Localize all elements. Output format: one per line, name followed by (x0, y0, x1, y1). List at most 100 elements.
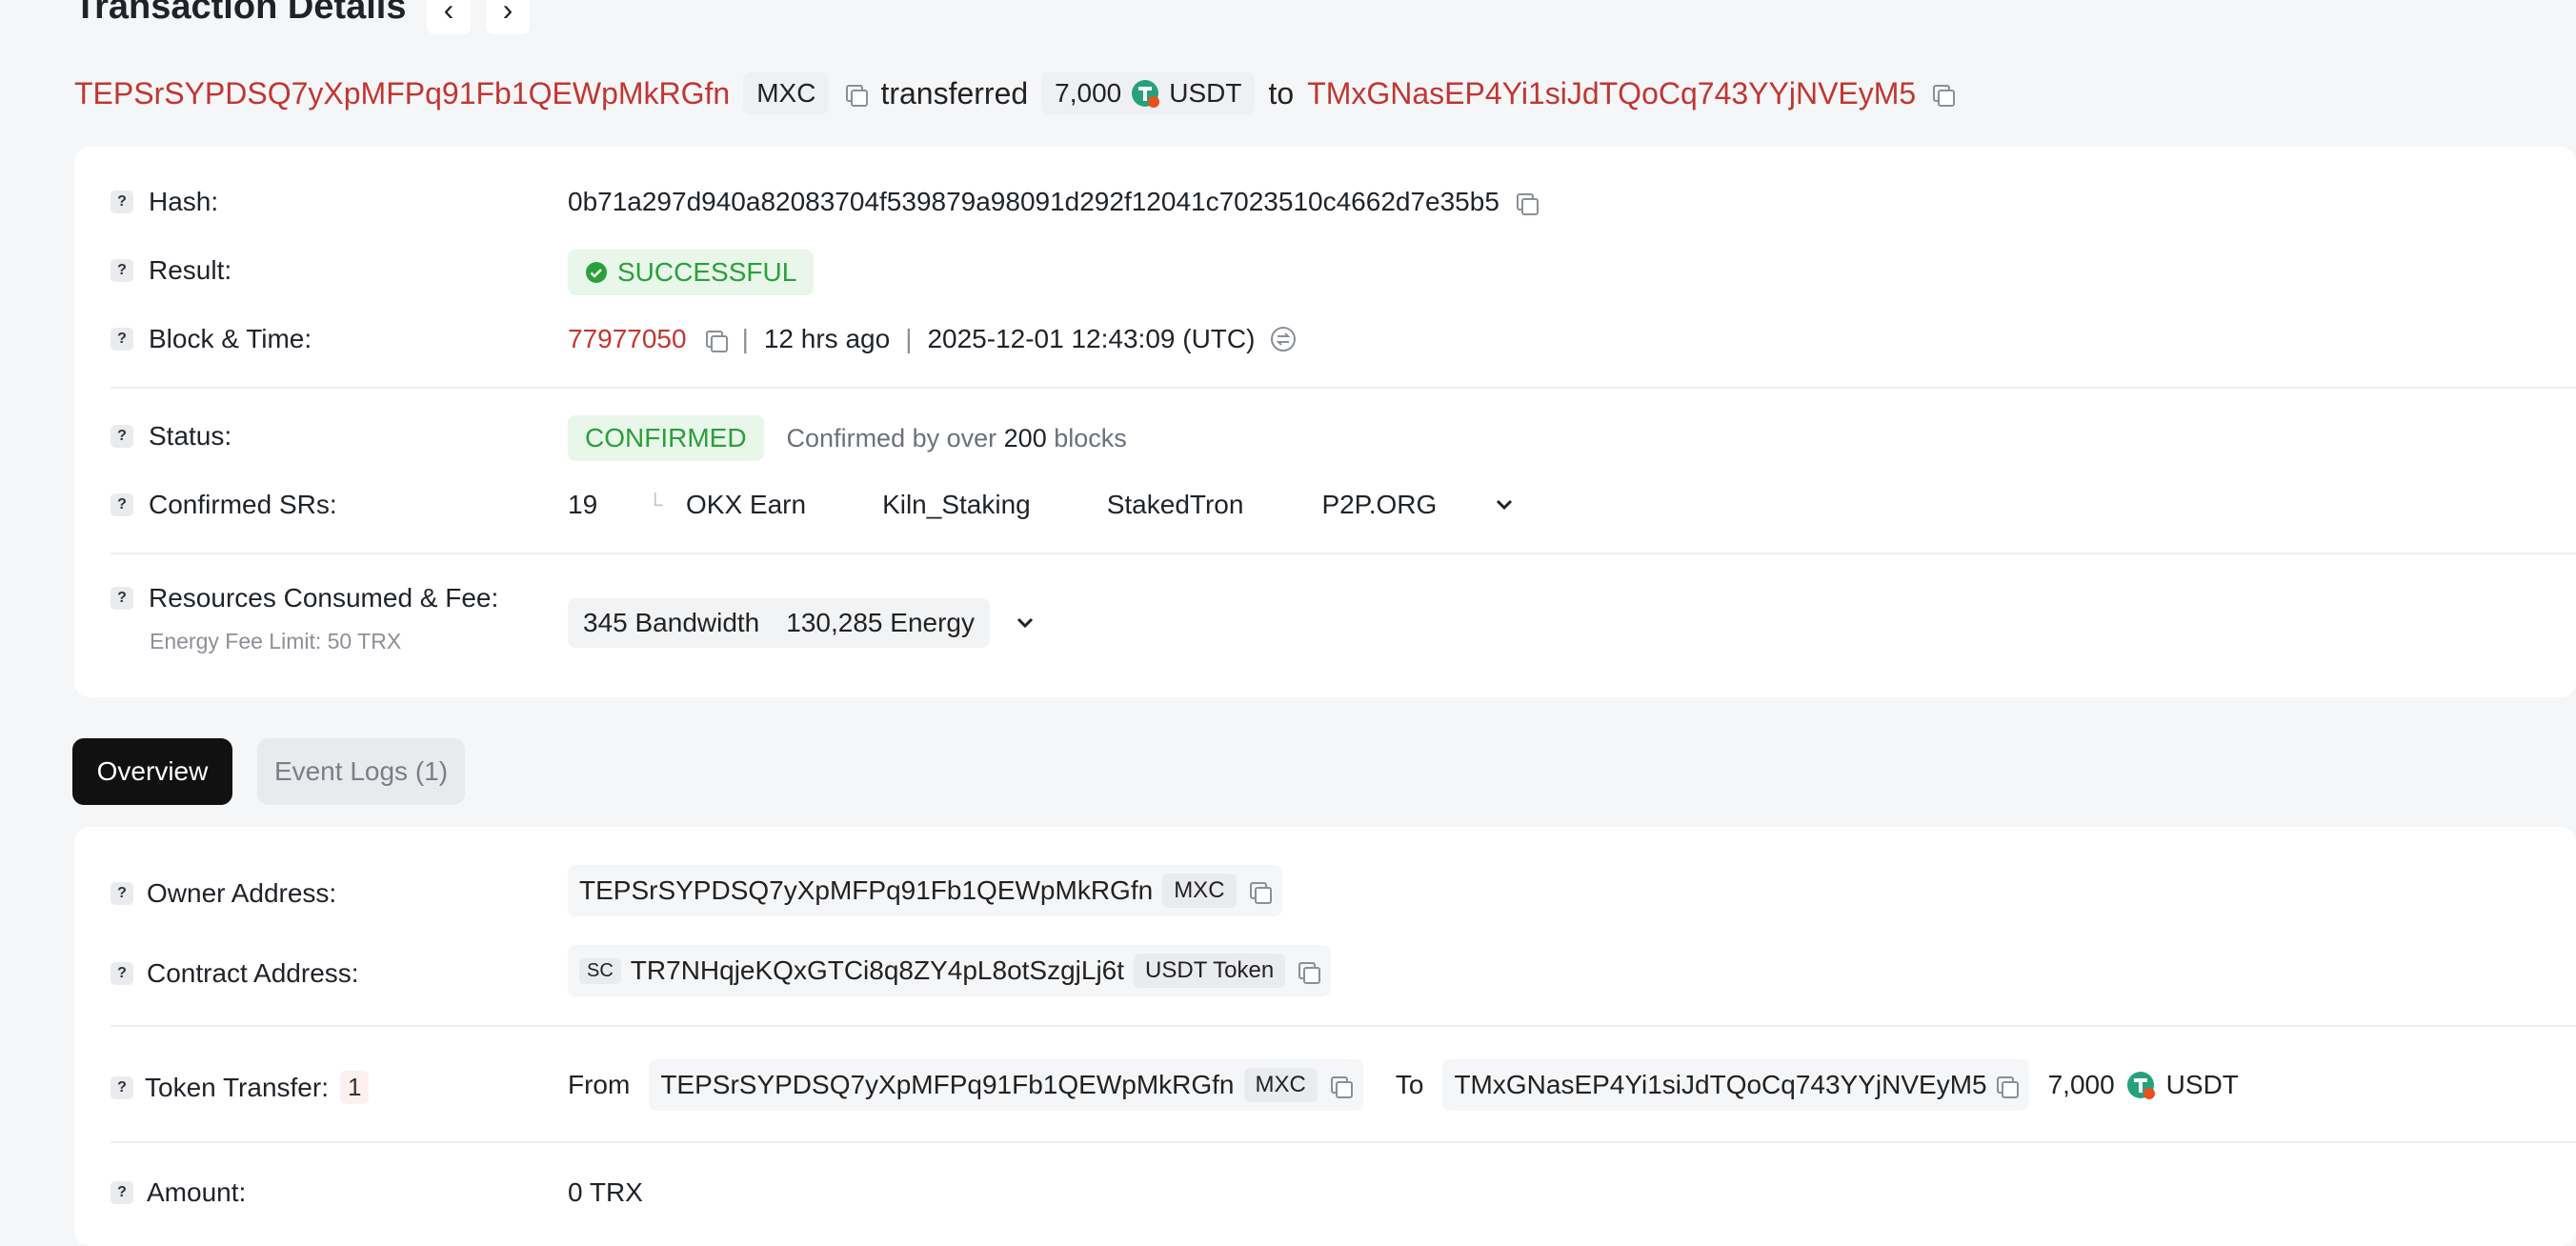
status-badge: CONFIRMED (568, 415, 764, 461)
page-title: Transaction Details (74, 0, 407, 27)
contract-tag: USDT Token (1134, 954, 1286, 988)
contract-address-label: Contract Address: (147, 958, 359, 988)
overview-card (74, 827, 2576, 1246)
energy-label: Energy (890, 608, 975, 637)
separator: | (905, 324, 913, 353)
token-transfer-label: Token Transfer: (145, 1072, 329, 1102)
block-time-label: Block & Time: (149, 324, 312, 353)
result-value: SUCCESSFUL (617, 257, 797, 287)
energy-fee-limit: Energy Fee Limit: 50 TRX (150, 629, 402, 653)
from-tag: MXC (1243, 1068, 1318, 1102)
confirmation-prefix: Confirmed by over (786, 423, 997, 452)
question-icon[interactable]: ? (111, 587, 133, 610)
time-convert-icon[interactable] (1270, 326, 1297, 352)
copy-icon[interactable] (1246, 878, 1272, 904)
from-label: From (568, 1070, 631, 1099)
amount-label-row: ? Amount: (111, 1177, 246, 1208)
prev-transaction-button[interactable]: ‹ (427, 0, 471, 34)
status-value-row: CONFIRMED Confirmed by over 200 blocks (568, 415, 1127, 461)
hash-label-row: ? Hash: (111, 187, 218, 217)
token-transfer-label-row: ? Token Transfer: 1 (111, 1071, 370, 1104)
usdt-token-icon (2126, 1072, 2155, 1099)
tab-event-logs[interactable]: Event Logs (1) (257, 738, 465, 805)
confirmation-suffix: blocks (1054, 423, 1127, 452)
owner-address[interactable]: TEPSrSYPDSQ7yXpMFPq91Fb1QEWpMkRGfn (579, 875, 1153, 906)
resources-label: Resources Consumed & Fee: (149, 583, 499, 613)
confirmed-srs-label: Confirmed SRs: (149, 490, 337, 519)
sr-name[interactable]: OKX Earn (686, 490, 806, 520)
sr-name[interactable]: P2P.ORG (1321, 490, 1437, 520)
energy-group: 130,285 Energy (786, 608, 975, 638)
copy-icon[interactable] (1929, 81, 1956, 107)
from-address[interactable]: TEPSrSYPDSQ7yXpMFPq91Fb1QEWpMkRGfn (660, 1070, 1234, 1100)
copy-icon[interactable] (702, 327, 728, 352)
copy-icon[interactable] (1327, 1073, 1353, 1098)
block-datetime: 2025-12-01 12:43:09 (UTC) (927, 324, 1256, 353)
question-icon[interactable]: ? (111, 191, 133, 213)
owner-address-label: Owner Address: (147, 878, 337, 908)
confirmed-srs-row: 19 └ OKX Earn Kiln_Staking StakedTron P2… (568, 490, 1515, 520)
copy-icon[interactable] (1513, 190, 1539, 215)
question-icon[interactable]: ? (111, 882, 133, 905)
sr-name[interactable]: StakedTron (1107, 490, 1244, 520)
summary-to-address[interactable]: TMxGNasEP4Yi1siJdTQoCq743YYjNVEyM5 (1307, 76, 1916, 111)
chevron-left-icon: ‹ (443, 0, 454, 27)
confirmed-srs-label-row: ? Confirmed SRs: (111, 490, 337, 520)
sr-name[interactable]: Kiln_Staking (882, 490, 1031, 520)
hash-value-row: 0b71a297d940a82083704f539879a98091d292f1… (568, 187, 1539, 217)
block-time-value-row: 77977050 | 12 hrs ago | 2025-12-01 12:43… (568, 324, 1297, 354)
tab-overview[interactable]: Overview (72, 738, 232, 805)
summary-from-address[interactable]: TEPSrSYPDSQ7yXpMFPq91Fb1QEWpMkRGfn (74, 76, 730, 111)
token-transfer-count: 1 (339, 1071, 370, 1104)
owner-tag: MXC (1162, 874, 1237, 908)
question-icon[interactable]: ? (111, 493, 133, 516)
copy-icon[interactable] (1993, 1073, 2019, 1098)
block-number-link[interactable]: 77977050 (568, 324, 687, 354)
transfer-summary: TEPSrSYPDSQ7yXpMFPq91Fb1QEWpMkRGfn MXC t… (74, 67, 1956, 120)
block-relative-time: 12 hrs ago (763, 324, 891, 353)
result-label-row: ? Result: (111, 255, 231, 286)
chevron-down-icon[interactable] (1015, 613, 1036, 633)
contract-address-chip: SC TR7NHqjeKQxGTCi8q8ZY4pL8otSzgjLj6t US… (568, 945, 1332, 996)
transaction-details-page: Transaction Details ‹ › TEPSrSYPDSQ7yXpM… (0, 0, 2576, 1246)
status-label: Status: (149, 421, 232, 451)
question-icon[interactable]: ? (111, 1075, 133, 1099)
result-badge: SUCCESSFUL (568, 250, 815, 295)
to-address-chip: TMxGNasEP4Yi1siJdTQoCq743YYjNVEyM5 (1442, 1059, 2029, 1111)
resources-chip: 345 Bandwidth 130,285 Energy (568, 598, 990, 648)
transfer-token[interactable]: USDT (2166, 1070, 2239, 1100)
token-transfer-row: From TEPSrSYPDSQ7yXpMFPq91Fb1QEWpMkRGfn … (568, 1059, 2239, 1111)
next-transaction-button[interactable]: › (486, 0, 530, 34)
usdt-token-icon (1132, 80, 1160, 108)
copy-icon[interactable] (842, 81, 869, 107)
summary-amount-chip[interactable]: 7,000 USDT (1041, 72, 1256, 114)
bandwidth-label: Bandwidth (634, 608, 760, 637)
owner-address-chip: TEPSrSYPDSQ7yXpMFPq91Fb1QEWpMkRGfn MXC (568, 865, 1282, 916)
copy-icon[interactable] (1295, 958, 1321, 984)
owner-label-row: ? Owner Address: (111, 878, 336, 909)
status-label-row: ? Status: (111, 421, 231, 452)
tree-branch-icon: └ (648, 492, 663, 516)
hash-value: 0b71a297d940a82083704f539879a98091d292f1… (568, 187, 1499, 216)
separator: | (741, 324, 749, 353)
summary-verb: transferred (880, 75, 1029, 111)
to-address[interactable]: TMxGNasEP4Yi1siJdTQoCq743YYjNVEyM5 (1454, 1070, 1986, 1100)
summary-token: USDT (1169, 78, 1242, 108)
chevron-right-icon: › (502, 0, 513, 27)
check-circle-icon (586, 262, 607, 283)
question-icon[interactable]: ? (111, 962, 133, 985)
divider (111, 1025, 2576, 1027)
energy-value: 130,285 (786, 608, 883, 637)
divider (111, 553, 2576, 554)
block-time-label-row: ? Block & Time: (111, 324, 312, 354)
to-label: To (1395, 1070, 1424, 1099)
divider (111, 1141, 2576, 1143)
contract-address[interactable]: TR7NHqjeKQxGTCi8q8ZY4pL8otSzgjLj6t (631, 955, 1124, 986)
chevron-down-icon[interactable] (1494, 494, 1515, 515)
question-icon[interactable]: ? (111, 328, 133, 351)
question-icon[interactable]: ? (111, 259, 133, 282)
question-icon[interactable]: ? (111, 1181, 133, 1204)
resources-label-row: ? Resources Consumed & Fee: (111, 583, 498, 613)
question-icon[interactable]: ? (111, 425, 133, 448)
amount-value: 0 TRX (568, 1177, 643, 1207)
